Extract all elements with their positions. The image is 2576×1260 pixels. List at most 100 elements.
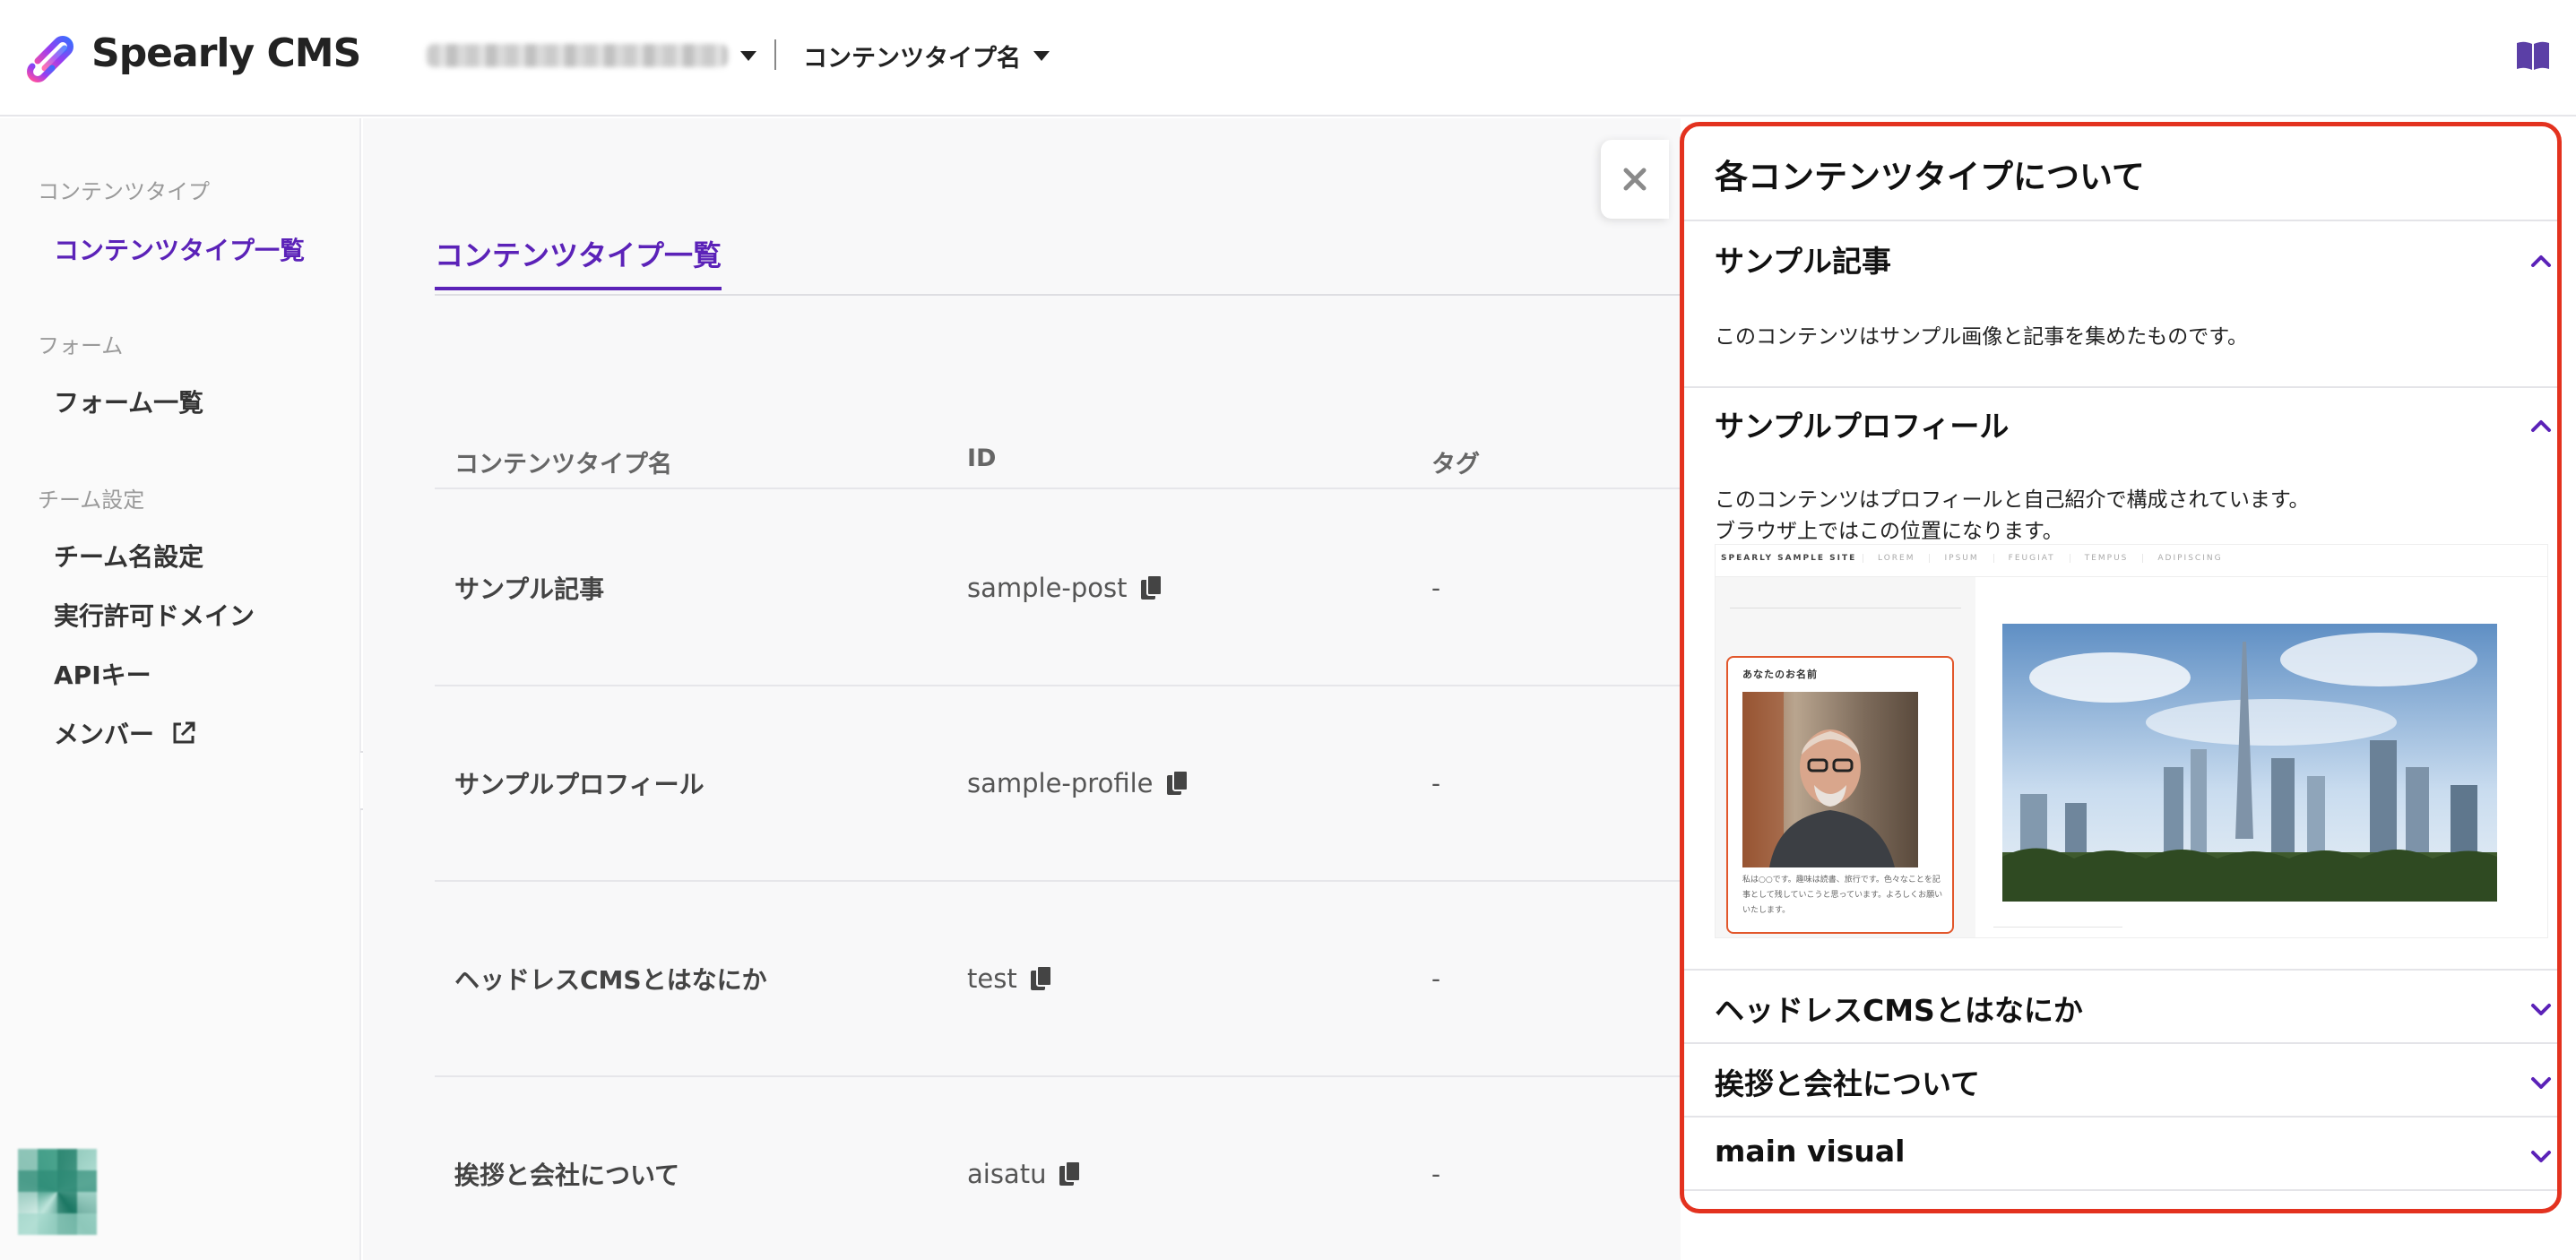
main-content: コンテンツタイプ一覧 コンテンツタイプ名 ID タグ サンプル記事 sample… [363,118,1690,1260]
preview-caption-line [1993,927,2122,937]
content-type-selector[interactable]: コンテンツタイプ名 [803,39,1050,73]
row-id: sample-profile [967,768,1189,798]
chevron-down-icon[interactable] [2530,1003,2552,1017]
row-id-text: sample-profile [967,768,1154,798]
row-id: sample-post [967,573,1163,603]
table-row[interactable]: 挨拶と会社について aisatu - [435,1077,1690,1260]
copy-icon[interactable] [1030,965,1053,992]
tab-bar-line [435,294,1690,296]
chevron-up-icon[interactable] [2530,254,2552,268]
divider [1684,1189,2557,1191]
book-icon[interactable] [2515,39,2551,72]
profile-position-preview: SPEARLY SAMPLE SITE LOREM IPSUM FEUGIAT … [1715,544,2548,938]
preview-main-column [1975,577,2547,937]
row-name: サンプル記事 [454,574,605,604]
panel-title: 各コンテンツタイプについて [1715,158,2145,196]
sidebar-item-label: 実行許可ドメイン [54,601,255,631]
accordion-description: このコンテンツはサンプル画像と記事を集めたものです。 [1715,325,2249,349]
preview-menu-item: ADIPISCING [2142,554,2236,563]
row-id-text: test [967,963,1017,994]
table-row[interactable]: サンプル記事 sample-post - [435,491,1690,686]
divider [1684,386,2557,388]
divider [1684,969,2557,971]
city-skyline-image [2002,624,2497,902]
sidebar-item-api-keys[interactable]: APIキー [54,656,151,692]
row-name: サンプルプロフィール [454,770,705,799]
copy-icon[interactable] [1059,1161,1082,1187]
content-type-selector-label: コンテンツタイプ名 [803,44,1021,73]
sidebar-group-forms: フォーム [38,333,124,358]
sidebar-group-content-types: コンテンツタイプ [38,179,210,204]
sidebar-item-label: コンテンツタイプ一覧 [54,236,306,265]
row-tag: - [1431,963,1441,994]
caret-down-icon [740,50,756,61]
close-panel-button[interactable] [1601,140,1669,219]
profile-photo [1742,692,1918,867]
row-id: aisatu [967,1159,1082,1189]
caret-down-icon [1033,50,1050,61]
tab-content-type-list[interactable]: コンテンツタイプ一覧 [435,233,722,290]
column-header-name: コンテンツタイプ名 [454,451,672,479]
table-header: コンテンツタイプ名 ID タグ [435,439,1690,489]
row-tag: - [1431,573,1441,603]
preview-card-text: 私は○○です。趣味は読書、旅行です。色々なことを記事として残していこうと思ってい… [1742,876,1943,915]
copy-icon[interactable] [1166,770,1189,797]
sidebar-item-label: チーム名設定 [54,542,204,572]
preview-left-column: あなたのお名前 私は○○です。趣味は読書、旅行です。色々なことを記事として残して… [1716,577,1975,937]
accordion-header-headless-cms[interactable]: ヘッドレスCMSとはなにか [1715,987,2083,1030]
column-header-tag: タグ [1431,451,1480,479]
app-root: Spearly CMS コンテンツタイプ名 コンテンツタイプ コンテンツタイプ一… [0,0,2576,1260]
sidebar-item-label: フォーム一覧 [54,388,204,418]
preview-nav: SPEARLY SAMPLE SITE LOREM IPSUM FEUGIAT … [1716,545,2547,577]
external-link-icon [173,721,195,744]
spearly-logo-icon[interactable] [25,27,82,84]
divider [1684,1042,2557,1044]
table-row[interactable]: ヘッドレスCMSとはなにか test - [435,882,1690,1077]
accordion-header-greeting-company[interactable]: 挨拶と会社について [1715,1060,1980,1103]
chevron-down-icon[interactable] [2530,1076,2552,1091]
preview-menu-item: FEUGIAT [1993,554,2070,563]
divider [1684,1116,2557,1118]
top-header: Spearly CMS コンテンツタイプ名 [0,0,2576,117]
header-divider [774,39,776,70]
column-header-id: ID [967,444,997,472]
sidebar: コンテンツタイプ コンテンツタイプ一覧 フォーム フォーム一覧 チーム設定 チー… [0,118,361,1260]
team-selector[interactable] [427,39,756,72]
row-name: ヘッドレスCMSとはなにか [454,965,767,995]
accordion-description: このコンテンツはプロフィールと自己紹介で構成されています。 ブラウザ上ではこの位… [1715,485,2310,548]
chevron-down-icon[interactable] [2530,1150,2552,1164]
accordion-header-sample-profile[interactable]: サンプルプロフィール [1715,402,2009,445]
sidebar-item-team-name[interactable]: チーム名設定 [54,538,203,574]
row-id: test [967,963,1053,994]
row-id-text: aisatu [967,1159,1047,1189]
preview-card-title: あなたのお名前 [1742,669,1818,680]
row-name: 挨拶と会社について [454,1161,680,1190]
sidebar-item-content-type-list[interactable]: コンテンツタイプ一覧 [54,231,305,267]
close-icon [1623,168,1647,191]
accordion-header-main-visual[interactable]: main visual [1715,1134,1906,1169]
sidebar-item-form-list[interactable]: フォーム一覧 [54,384,203,419]
preview-menu-item: LOREM [1863,554,1929,563]
sidebar-item-allowed-domains[interactable]: 実行許可ドメイン [54,597,255,633]
app-name: Spearly CMS [91,30,361,76]
row-id-text: sample-post [967,573,1128,603]
preview-brand: SPEARLY SAMPLE SITE [1721,554,1857,563]
sidebar-item-label: メンバー [54,720,155,749]
chevron-up-icon[interactable] [2530,419,2552,433]
divider [1684,220,2557,221]
blurred-account-email [427,44,728,67]
avatar[interactable] [18,1149,97,1235]
preview-menu-item: IPSUM [1929,554,1993,563]
row-tag: - [1431,768,1441,798]
accordion-header-sample-post[interactable]: サンプル記事 [1715,237,1891,280]
accordion-description-line: ブラウザ上ではこの位置になります。 [1715,520,2063,543]
sidebar-item-label: APIキー [54,660,151,690]
preview-profile-card: あなたのお名前 私は○○です。趣味は読書、旅行です。色々なことを記事として残して… [1726,656,1954,934]
row-tag: - [1431,1159,1441,1189]
sidebar-group-team-settings: チーム設定 [38,488,145,513]
content-type-help-panel: 各コンテンツタイプについて サンプル記事 このコンテンツはサンプル画像と記事を集… [1680,122,2562,1213]
preview-menu-item: TEMPUS [2069,554,2143,563]
copy-icon[interactable] [1140,574,1163,601]
table-row[interactable]: サンプルプロフィール sample-profile - [435,686,1690,882]
sidebar-item-members[interactable]: メンバー [54,715,197,751]
